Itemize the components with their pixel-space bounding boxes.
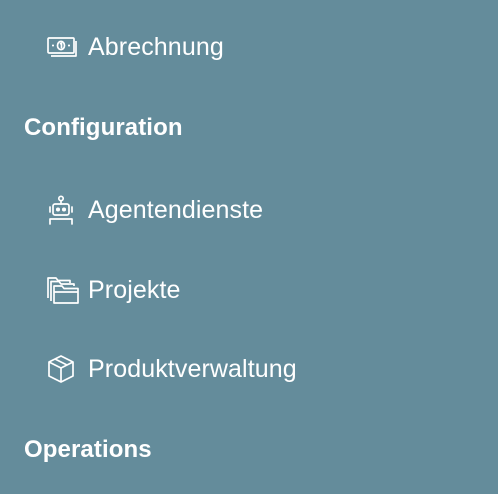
sidebar-item-label: Agentendienste xyxy=(88,196,264,224)
sidebar-item-abrechnung[interactable]: Abrechnung xyxy=(47,27,224,67)
sidebar-item-projekte[interactable]: Projekte xyxy=(47,270,181,310)
sidebar-nav: Abrechnung Configuration Agentendienste xyxy=(0,0,498,494)
robot-icon xyxy=(47,194,79,226)
sidebar-item-produktverwaltung[interactable]: Produktverwaltung xyxy=(47,349,297,389)
box-icon xyxy=(47,353,79,385)
sidebar-item-agentendienste[interactable]: Agentendienste xyxy=(47,190,263,230)
folders-icon xyxy=(47,274,79,306)
section-heading-configuration: Configuration xyxy=(24,114,183,141)
money-bill-icon xyxy=(47,31,79,63)
sidebar-item-label: Projekte xyxy=(88,276,181,304)
sidebar-item-label: Produktverwaltung xyxy=(88,355,297,383)
sidebar-item-label: Abrechnung xyxy=(88,33,224,61)
section-heading-operations: Operations xyxy=(24,436,152,463)
